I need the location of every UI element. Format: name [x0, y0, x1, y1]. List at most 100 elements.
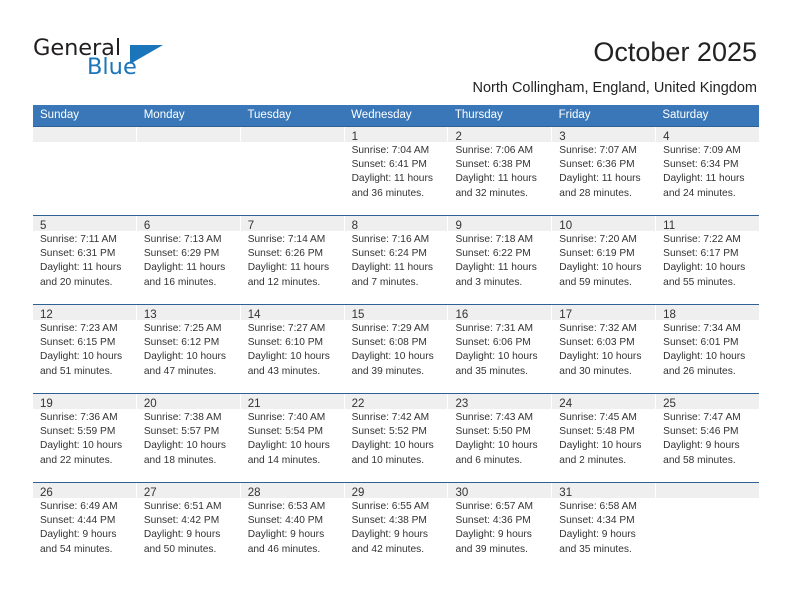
day-cell[interactable]: 11 Sunrise: 7:22 AM Sunset: 6:17 PM Dayl… [656, 216, 760, 304]
day-number-band: 25 [656, 394, 760, 410]
daylight-line-2: and 39 minutes. [351, 365, 425, 377]
day-cell[interactable]: 23 Sunrise: 7:43 AM Sunset: 5:50 PM Dayl… [448, 394, 553, 482]
day-cell[interactable]: 21 Sunrise: 7:40 AM Sunset: 5:54 PM Dayl… [240, 394, 345, 482]
day-cell[interactable]: 26 Sunrise: 6:49 AM Sunset: 4:44 PM Dayl… [33, 483, 137, 571]
day-cell[interactable]: 24 Sunrise: 7:45 AM Sunset: 5:48 PM Dayl… [552, 394, 657, 482]
day-details: Sunrise: 7:04 AM Sunset: 6:41 PM Dayligh… [345, 142, 448, 201]
day-number-band: 28 [240, 483, 344, 499]
daylight-line-2: and 10 minutes. [351, 454, 425, 466]
day-number-band: 8 [344, 216, 448, 232]
daylight-line-1: Daylight: 10 hours [143, 440, 226, 452]
day-number-band: 13 [136, 305, 240, 321]
sunset-line: Sunset: 6:17 PM [663, 248, 739, 260]
day-number: 20 [143, 398, 157, 410]
day-cell[interactable]: 16 Sunrise: 7:31 AM Sunset: 6:06 PM Dayl… [448, 305, 553, 393]
day-cell[interactable]: 3 Sunrise: 7:07 AM Sunset: 6:36 PM Dayli… [552, 127, 657, 215]
day-cell[interactable] [136, 127, 241, 215]
sunset-line: Sunset: 6:15 PM [40, 337, 116, 349]
daylight-line-1: Daylight: 10 hours [351, 440, 434, 452]
day-details: Sunrise: 7:45 AM Sunset: 5:48 PM Dayligh… [552, 409, 655, 468]
daylight-line-2: and 39 minutes. [455, 543, 528, 555]
day-number: 10 [559, 220, 573, 232]
sunrise-line: Sunrise: 6:51 AM [143, 501, 222, 512]
day-cell[interactable]: 22 Sunrise: 7:42 AM Sunset: 5:52 PM Dayl… [344, 394, 449, 482]
location-subtitle: North Collingham, England, United Kingdo… [472, 80, 757, 96]
calendar-page: General Blue October 2025 North Collingh… [0, 0, 792, 612]
day-cell[interactable]: 28 Sunrise: 6:53 AM Sunset: 4:40 PM Dayl… [240, 483, 345, 571]
day-cell[interactable]: 7 Sunrise: 7:14 AM Sunset: 6:26 PM Dayli… [240, 216, 345, 304]
daylight-line-1: Daylight: 11 hours [559, 173, 641, 185]
daylight-line-2: and 16 minutes. [143, 276, 217, 288]
day-cell[interactable]: 19 Sunrise: 7:36 AM Sunset: 5:59 PM Dayl… [33, 394, 137, 482]
day-cell[interactable]: 10 Sunrise: 7:20 AM Sunset: 6:19 PM Dayl… [552, 216, 657, 304]
daylight-line-1: Daylight: 10 hours [559, 351, 642, 363]
day-cell[interactable] [33, 127, 137, 215]
day-number: 2 [455, 131, 462, 143]
day-details: Sunrise: 7:25 AM Sunset: 6:12 PM Dayligh… [137, 320, 240, 379]
day-cell[interactable]: 6 Sunrise: 7:13 AM Sunset: 6:29 PM Dayli… [136, 216, 241, 304]
brand-logo[interactable]: General Blue [33, 36, 263, 86]
day-cell[interactable]: 9 Sunrise: 7:18 AM Sunset: 6:22 PM Dayli… [448, 216, 553, 304]
day-cell[interactable]: 15 Sunrise: 7:29 AM Sunset: 6:08 PM Dayl… [344, 305, 449, 393]
day-cell[interactable]: 8 Sunrise: 7:16 AM Sunset: 6:24 PM Dayli… [344, 216, 449, 304]
day-details: Sunrise: 7:32 AM Sunset: 6:03 PM Dayligh… [552, 320, 655, 379]
daylight-line-2: and 43 minutes. [247, 365, 321, 377]
sunrise-line: Sunrise: 7:38 AM [143, 412, 222, 423]
day-cell[interactable]: 25 Sunrise: 7:47 AM Sunset: 5:46 PM Dayl… [656, 394, 760, 482]
sunset-line: Sunset: 4:36 PM [455, 515, 531, 527]
day-number-band: 3 [552, 127, 656, 143]
day-cell[interactable]: 27 Sunrise: 6:51 AM Sunset: 4:42 PM Dayl… [136, 483, 241, 571]
day-cell[interactable]: 5 Sunrise: 7:11 AM Sunset: 6:31 PM Dayli… [33, 216, 137, 304]
sunrise-line: Sunrise: 7:29 AM [351, 323, 430, 334]
day-number: 12 [40, 309, 53, 321]
daylight-line-2: and 42 minutes. [351, 543, 425, 555]
daylight-line-1: Daylight: 10 hours [143, 351, 226, 363]
weekday-header-sunday: Sunday [40, 109, 80, 121]
day-cell[interactable]: 14 Sunrise: 7:27 AM Sunset: 6:10 PM Dayl… [240, 305, 345, 393]
calendar-week-row: 19 Sunrise: 7:36 AM Sunset: 5:59 PM Dayl… [33, 393, 760, 482]
daylight-line-1: Daylight: 11 hours [40, 262, 122, 274]
sunrise-line: Sunrise: 7:27 AM [247, 323, 326, 334]
day-details: Sunrise: 6:53 AM Sunset: 4:40 PM Dayligh… [241, 498, 344, 557]
day-cell[interactable]: 13 Sunrise: 7:25 AM Sunset: 6:12 PM Dayl… [136, 305, 241, 393]
day-cell[interactable]: 2 Sunrise: 7:06 AM Sunset: 6:38 PM Dayli… [448, 127, 553, 215]
day-number-band: 29 [344, 483, 448, 499]
day-cell[interactable]: 17 Sunrise: 7:32 AM Sunset: 6:03 PM Dayl… [552, 305, 657, 393]
day-cell[interactable]: 30 Sunrise: 6:57 AM Sunset: 4:36 PM Dayl… [448, 483, 553, 571]
day-cell[interactable]: 20 Sunrise: 7:38 AM Sunset: 5:57 PM Dayl… [136, 394, 241, 482]
day-number: 6 [143, 220, 151, 232]
daylight-line-2: and 58 minutes. [663, 454, 736, 466]
day-number-band: 5 [33, 216, 136, 232]
day-number: 17 [559, 309, 573, 321]
day-cell[interactable]: 12 Sunrise: 7:23 AM Sunset: 6:15 PM Dayl… [33, 305, 137, 393]
sunrise-line: Sunrise: 7:14 AM [247, 234, 326, 245]
day-cell[interactable]: 29 Sunrise: 6:55 AM Sunset: 4:38 PM Dayl… [344, 483, 449, 571]
sunset-line: Sunset: 6:26 PM [247, 248, 324, 260]
day-number: 13 [143, 309, 157, 321]
sunset-line: Sunset: 6:29 PM [143, 248, 220, 260]
day-cell[interactable]: 1 Sunrise: 7:04 AM Sunset: 6:41 PM Dayli… [344, 127, 449, 215]
weekday-header-wednesday: Wednesday [351, 109, 412, 121]
day-cell[interactable] [656, 483, 760, 571]
daylight-line-1: Daylight: 10 hours [455, 351, 538, 363]
day-cell[interactable]: 4 Sunrise: 7:09 AM Sunset: 6:34 PM Dayli… [656, 127, 760, 215]
daylight-line-2: and 51 minutes. [40, 365, 113, 377]
day-details: Sunrise: 7:22 AM Sunset: 6:17 PM Dayligh… [656, 231, 759, 290]
day-cell[interactable] [240, 127, 345, 215]
sunset-line: Sunset: 6:38 PM [455, 159, 531, 171]
day-details: Sunrise: 7:11 AM Sunset: 6:31 PM Dayligh… [33, 231, 136, 290]
daylight-line-1: Daylight: 9 hours [351, 529, 429, 541]
day-number-band: 23 [448, 394, 552, 410]
daylight-line-1: Daylight: 10 hours [40, 351, 123, 363]
daylight-line-2: and 14 minutes. [247, 454, 321, 466]
day-number-band [136, 127, 240, 142]
day-details: Sunrise: 7:43 AM Sunset: 5:50 PM Dayligh… [448, 409, 551, 468]
daylight-line-1: Daylight: 9 hours [559, 529, 636, 541]
sunset-line: Sunset: 4:42 PM [143, 515, 220, 527]
day-cell[interactable]: 18 Sunrise: 7:34 AM Sunset: 6:01 PM Dayl… [656, 305, 760, 393]
sunset-line: Sunset: 4:40 PM [247, 515, 324, 527]
day-number: 25 [663, 398, 676, 410]
day-cell[interactable]: 31 Sunrise: 6:58 AM Sunset: 4:34 PM Dayl… [552, 483, 657, 571]
day-number: 18 [663, 309, 676, 321]
sunset-line: Sunset: 6:01 PM [663, 337, 739, 349]
